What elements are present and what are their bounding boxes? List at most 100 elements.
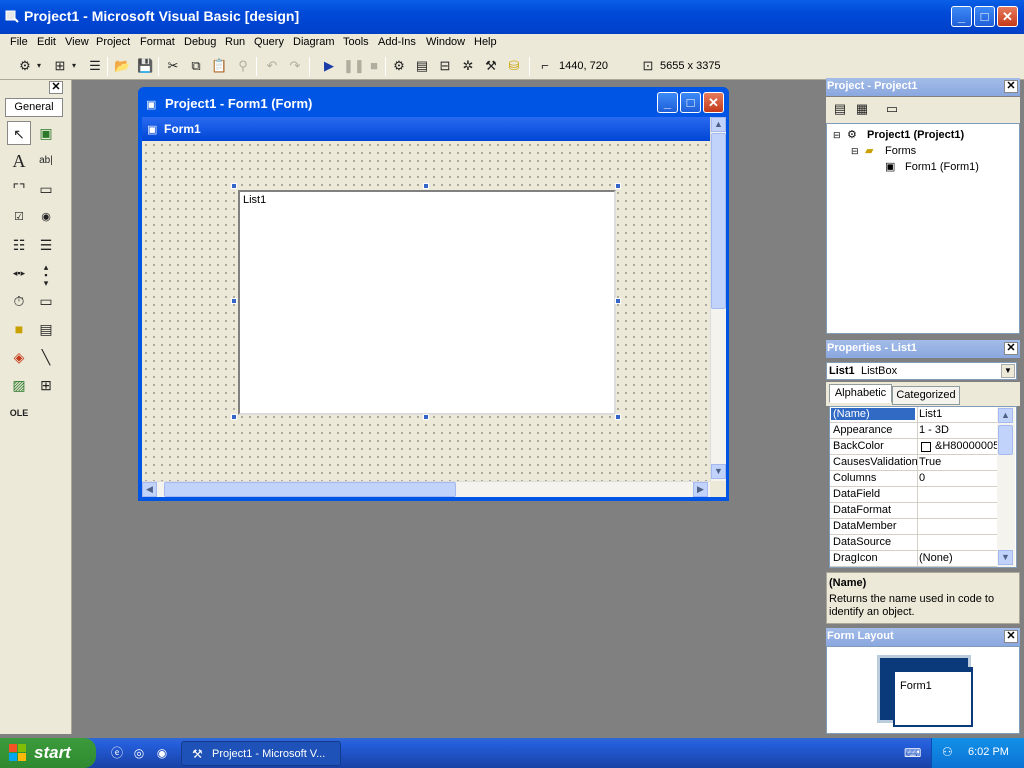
property-row[interactable]: Columns 0: [830, 471, 1000, 487]
image-icon[interactable]: ▨: [7, 373, 31, 397]
optionbutton-icon[interactable]: ◉: [34, 205, 58, 229]
toolbox-general-tab[interactable]: General: [5, 98, 63, 117]
form-layout-close-icon[interactable]: ✕: [1004, 630, 1018, 643]
view-code-icon[interactable]: ▤: [832, 101, 848, 117]
outlook-icon[interactable]: ◎: [131, 745, 147, 761]
menu-format[interactable]: Format: [140, 36, 175, 48]
listbox-icon[interactable]: ☰: [34, 233, 58, 257]
tree-forms-folder[interactable]: Forms: [885, 145, 916, 157]
minimize-button[interactable]: _: [951, 6, 972, 27]
object-browser-icon[interactable]: ✲: [460, 58, 476, 74]
form-close-button[interactable]: ✕: [703, 92, 724, 113]
toolbox-close-button[interactable]: ✕: [49, 81, 63, 94]
scroll-thumb[interactable]: [164, 482, 456, 497]
data-icon[interactable]: ⊞: [34, 373, 58, 397]
maximize-button[interactable]: □: [974, 6, 995, 27]
properties-scrollbar[interactable]: ▲ ▼: [997, 407, 1015, 567]
start-button[interactable]: start: [0, 738, 96, 768]
scroll-thumb[interactable]: [998, 425, 1013, 455]
property-row[interactable]: Appearance 1 - 3D: [830, 423, 1000, 439]
menu-tools[interactable]: Tools: [343, 36, 369, 48]
scroll-up-icon[interactable]: ▲: [711, 117, 726, 132]
commandbutton-icon[interactable]: ▭: [34, 177, 58, 201]
menu-debug[interactable]: Debug: [184, 36, 216, 48]
scroll-down-icon[interactable]: ▼: [711, 464, 726, 479]
redo-icon[interactable]: ↷: [287, 58, 303, 74]
keyboard-icon[interactable]: ⌨: [904, 745, 921, 761]
menu-window[interactable]: Window: [426, 36, 465, 48]
resize-handle[interactable]: [615, 414, 621, 420]
textbox-icon[interactable]: ab|: [34, 149, 58, 173]
paste-icon[interactable]: 📋: [211, 58, 227, 74]
scroll-right-icon[interactable]: ▶: [693, 482, 708, 497]
property-value[interactable]: List1: [919, 408, 999, 420]
property-row[interactable]: DataMember: [830, 519, 1000, 535]
property-row[interactable]: DataField: [830, 487, 1000, 503]
vscrollbar-icon[interactable]: ▴ ▪ ▾: [34, 261, 58, 288]
media-player-icon[interactable]: ◉: [154, 745, 170, 761]
ie-icon[interactable]: ⓔ: [109, 745, 125, 761]
resize-handle[interactable]: [423, 183, 429, 189]
find-icon[interactable]: ⚲: [235, 58, 251, 74]
project-panel-close-icon[interactable]: ✕: [1004, 80, 1018, 93]
menu-help[interactable]: Help: [474, 36, 497, 48]
property-value[interactable]: 0: [919, 472, 999, 484]
timer-icon[interactable]: ⏱: [7, 289, 31, 313]
combobox-icon[interactable]: ☷: [7, 233, 31, 257]
view-object-icon[interactable]: ▦: [854, 101, 870, 117]
resize-handle[interactable]: [231, 183, 237, 189]
property-row[interactable]: BackColor&H80000005&: [830, 439, 1000, 455]
taskbar-item-vb[interactable]: ⚒ Project1 - Microsoft V...: [181, 741, 341, 766]
picturebox-icon[interactable]: ▣: [34, 121, 58, 145]
cut-icon[interactable]: ✂: [165, 58, 181, 74]
resize-handle[interactable]: [231, 414, 237, 420]
listbox-control[interactable]: List1: [238, 190, 616, 415]
shape-icon[interactable]: ◈: [7, 345, 31, 369]
project-explorer-icon[interactable]: ⚙: [391, 58, 407, 74]
form-layout-icon[interactable]: ⊟: [437, 58, 453, 74]
form-horizontal-scrollbar[interactable]: ◀ ▶: [142, 481, 710, 497]
property-value[interactable]: &H80000005&: [935, 440, 999, 452]
checkbox-icon[interactable]: ☑: [7, 205, 31, 229]
form-vertical-scrollbar[interactable]: ▲ ▼: [710, 117, 726, 481]
pointer-icon[interactable]: ↖: [7, 121, 31, 145]
resize-handle[interactable]: [423, 414, 429, 420]
collapse-icon[interactable]: ⊟: [851, 146, 859, 157]
menu-editor-icon[interactable]: ☰: [87, 58, 103, 74]
ole-icon[interactable]: OLE: [7, 401, 31, 425]
scroll-left-icon[interactable]: ◀: [142, 482, 157, 497]
network-icon[interactable]: ⚇: [942, 745, 953, 759]
chevron-down-icon[interactable]: ▼: [1001, 364, 1015, 378]
properties-window-icon[interactable]: ▤: [414, 58, 430, 74]
add-form-icon[interactable]: ⊞: [52, 58, 68, 74]
resize-handle[interactable]: [615, 183, 621, 189]
menu-query[interactable]: Query: [254, 36, 284, 48]
toolbox-icon[interactable]: ⚒: [483, 58, 499, 74]
drivelistbox-icon[interactable]: ▭: [34, 289, 58, 313]
property-value[interactable]: True: [919, 456, 999, 468]
scroll-thumb[interactable]: [711, 133, 726, 309]
menu-diagram[interactable]: Diagram: [293, 36, 335, 48]
tree-project[interactable]: Project1 (Project1): [867, 129, 964, 141]
open-icon[interactable]: 📂: [114, 58, 130, 74]
break-icon[interactable]: ❚❚: [343, 58, 365, 74]
scroll-down-icon[interactable]: ▼: [998, 550, 1013, 565]
form-minimize-button[interactable]: _: [657, 92, 678, 113]
menu-add-ins[interactable]: Add-Ins: [378, 36, 416, 48]
tab-categorized[interactable]: Categorized: [892, 386, 960, 405]
tab-alphabetic[interactable]: Alphabetic: [829, 384, 892, 403]
close-button[interactable]: ✕: [997, 6, 1018, 27]
add-project-dropdown-icon[interactable]: ▾: [35, 58, 43, 74]
label-icon[interactable]: A: [7, 149, 31, 173]
menu-file[interactable]: File: [10, 36, 28, 48]
size-grip[interactable]: [710, 481, 726, 497]
property-row[interactable]: DataSource: [830, 535, 1000, 551]
property-row[interactable]: CausesValidation True: [830, 455, 1000, 471]
form-position-preview[interactable]: Form1: [893, 667, 973, 727]
form-maximize-button[interactable]: □: [680, 92, 701, 113]
resize-handle[interactable]: [615, 298, 621, 304]
menu-edit[interactable]: Edit: [37, 36, 56, 48]
menu-view[interactable]: View: [65, 36, 89, 48]
menu-project[interactable]: Project: [96, 36, 130, 48]
start-icon[interactable]: ▶: [321, 58, 337, 74]
